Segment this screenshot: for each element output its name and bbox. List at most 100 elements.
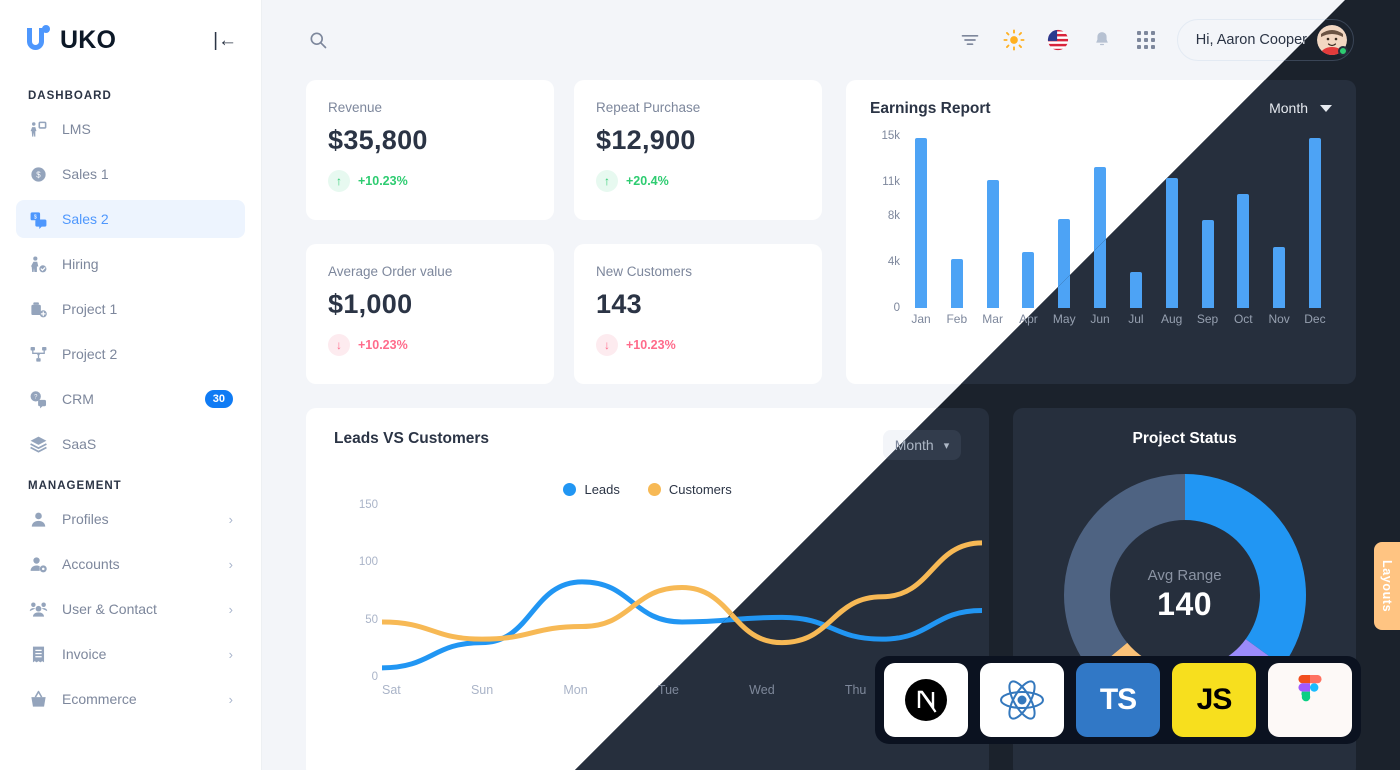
- grid-apps-icon[interactable]: [1133, 27, 1159, 53]
- bell-icon[interactable]: [1089, 27, 1115, 53]
- sidebar-item-label: Sales 2: [62, 211, 109, 227]
- earnings-bar: [950, 258, 963, 308]
- earnings-period-select[interactable]: Month: [1269, 100, 1332, 116]
- earnings-bar-chart: 0 4k 8k 11k 15k Jan Feb Mar Apr May Jun Jul Aug Sep O…: [870, 130, 1332, 336]
- chevron-right-icon: ›: [228, 691, 233, 707]
- nextjs-logo[interactable]: [884, 663, 968, 737]
- avatar[interactable]: [1317, 25, 1348, 56]
- sidebar-item-sales-1[interactable]: $ Sales 1: [16, 155, 245, 193]
- earnings-title: Earnings Report: [870, 100, 991, 117]
- earnings-bar-column: [1298, 136, 1332, 308]
- earnings-y-tick: 0: [893, 302, 900, 314]
- earnings-bar-column: [1047, 136, 1081, 308]
- stat-delta-text: +10.23%: [358, 174, 408, 188]
- earnings-bar-column: [976, 136, 1010, 308]
- sidebar-item-sales-2[interactable]: $ Sales 2: [16, 200, 245, 238]
- sidebar-item-hiring[interactable]: Hiring: [16, 245, 245, 283]
- sidebar-item-label: SaaS: [62, 436, 97, 452]
- sidebar-item-lms[interactable]: LMS: [16, 110, 245, 148]
- stat-value: 143: [596, 289, 642, 319]
- legend-item-customers[interactable]: Customers: [647, 482, 732, 497]
- leads-period-select[interactable]: Month ▾: [882, 430, 962, 460]
- react-logo[interactable]: [980, 663, 1064, 737]
- sidebar-item-label: Ecommerce: [62, 691, 137, 707]
- filter-lines-icon[interactable]: [957, 27, 983, 53]
- layouts-tab[interactable]: Layouts: [1374, 542, 1400, 630]
- sidebar-item-accounts[interactable]: Accounts ›: [16, 545, 245, 583]
- leads-y-tick: 0: [371, 671, 378, 683]
- legend-item-leads[interactable]: Leads: [563, 482, 620, 497]
- project-status-title: Project Status: [1132, 430, 1237, 447]
- lms-icon: [28, 119, 48, 139]
- earnings-bar-column: [1011, 136, 1045, 308]
- app-root: UKO |← DASHBOARD LMS $ Sales 1 $ Sales 2 Hirin…: [0, 0, 1400, 770]
- sidebar-item-ecommerce[interactable]: Ecommerce ›: [16, 680, 245, 718]
- earnings-x-axis: Jan Feb Mar Apr May Jun Jul Aug Sep Oct Nov Dec: [904, 312, 1332, 326]
- legend-dot: [647, 483, 661, 496]
- sidebar: UKO |← DASHBOARD LMS $ Sales 1 $ Sales 2 Hirin…: [0, 0, 262, 770]
- stat-delta: ↑ +10.23%: [328, 170, 532, 192]
- earnings-header: Earnings Report Month: [870, 100, 1332, 118]
- sidebar-item-invoice[interactable]: Invoice ›: [16, 635, 245, 673]
- crm-chat-icon: ?: [28, 389, 48, 409]
- chevron-down-icon: ▾: [943, 439, 950, 452]
- typescript-logo[interactable]: TS: [1076, 663, 1160, 737]
- earnings-bar: [1237, 194, 1250, 308]
- leads-x-axis: SatSunMonTueWedThuFri: [382, 683, 951, 697]
- earnings-bar: [1201, 219, 1214, 308]
- stat-card-new-customers: New Customers 143 ↓ +10.23%: [574, 244, 822, 384]
- leads-x-tick: Sat: [382, 683, 401, 697]
- stat-delta: ↓ +10.23%: [328, 334, 532, 356]
- earnings-bar-column: [940, 136, 974, 308]
- sidebar-item-project-1[interactable]: Project 1: [16, 290, 245, 328]
- earnings-bar: [1094, 166, 1107, 308]
- sales-chat-icon: $: [28, 209, 48, 229]
- leads-x-tick: Mon: [563, 683, 588, 697]
- arrow-down-icon: ↓: [328, 334, 350, 356]
- stats-grid: Revenue $35,800 ↑ +10.23% Repeat Purchase $12…: [306, 80, 822, 384]
- javascript-logo[interactable]: JS: [1172, 663, 1256, 737]
- brand[interactable]: UKO |←: [16, 0, 245, 80]
- dollar-coin-icon: $: [28, 164, 48, 184]
- stat-card-average-order-value: Average Order value $1,000 ↓ +10.23%: [306, 244, 554, 384]
- sidebar-item-crm[interactable]: ? CRM 30: [16, 380, 245, 418]
- stat-value: $12,900: [596, 125, 696, 155]
- sidebar-item-user-contact[interactable]: User & Contact ›: [16, 590, 245, 628]
- search-icon[interactable]: [308, 30, 328, 50]
- sidebar-item-project-2[interactable]: Project 2: [16, 335, 245, 373]
- earnings-bar-column: [1119, 136, 1153, 308]
- sun-icon[interactable]: [1001, 27, 1027, 53]
- stat-value: $1,000: [328, 289, 413, 319]
- figma-logo[interactable]: [1268, 663, 1352, 737]
- stat-delta: ↓ +10.23%: [596, 334, 800, 356]
- earnings-x-tick: Oct: [1233, 312, 1253, 326]
- earnings-x-tick: Jun: [1090, 312, 1110, 326]
- collapse-left-icon[interactable]: |←: [213, 31, 237, 50]
- earnings-bar-column: [1155, 136, 1189, 308]
- earnings-bar-column: [1262, 136, 1296, 308]
- leads-x-tick: Sun: [470, 683, 494, 697]
- users-group-icon: [28, 599, 48, 619]
- user-menu[interactable]: Hi, Aaron Cooper: [1176, 19, 1354, 61]
- earnings-x-tick: Jul: [1128, 312, 1144, 326]
- brand-name: UKO: [60, 25, 117, 54]
- chevron-right-icon: ›: [228, 511, 233, 527]
- account-gear-icon: [28, 554, 48, 574]
- leads-x-tick: Tue: [657, 683, 679, 697]
- sitemap-icon: [28, 344, 48, 364]
- stat-delta-text: +10.23%: [626, 338, 676, 352]
- leads-y-axis: 0 50 100 150: [344, 499, 378, 683]
- earnings-x-tick: Nov: [1268, 312, 1290, 326]
- earnings-x-tick: Mar: [982, 312, 1003, 326]
- earnings-bar-column: [904, 136, 938, 308]
- sidebar-item-profiles[interactable]: Profiles ›: [16, 500, 245, 538]
- stat-value: $35,800: [328, 125, 428, 155]
- stat-title: Repeat Purchase: [596, 100, 701, 115]
- flag-us-icon[interactable]: [1045, 27, 1071, 53]
- sidebar-item-saas[interactable]: SaaS: [16, 425, 245, 463]
- earnings-bar: [1022, 251, 1035, 308]
- sidebar-item-label: Project 1: [62, 301, 118, 317]
- leads-period-value: Month: [894, 437, 934, 453]
- earnings-y-tick: 15k: [881, 130, 900, 142]
- layers-icon: [28, 434, 48, 454]
